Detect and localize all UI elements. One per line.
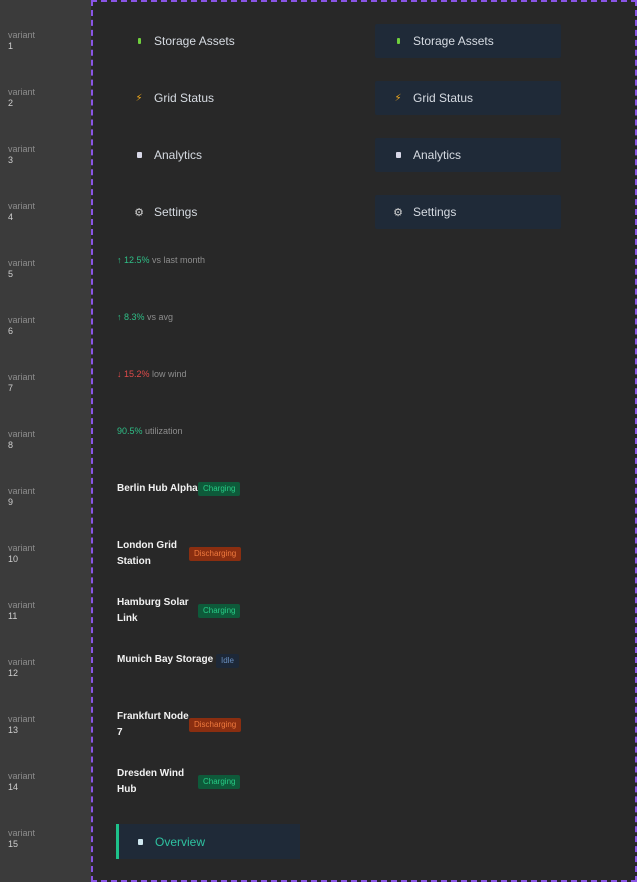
variant-label: variant 9 <box>8 486 36 507</box>
nav-label: Settings <box>413 205 457 219</box>
battery-icon <box>392 35 404 47</box>
variant-label: variant 15 <box>8 828 36 849</box>
nav-item-grid-status-active[interactable]: ⚡ Grid Status <box>375 81 561 115</box>
trend-indicator: ↑ 8.3% vs avg <box>117 312 173 322</box>
variant-sidebar: variant 1 variant 2 variant 3 variant 4 vari… <box>0 0 91 882</box>
status-badge: Discharging <box>189 547 242 561</box>
document-icon <box>134 836 146 848</box>
trend-value: ↑ 8.3% <box>117 312 145 322</box>
trend-note: vs last month <box>152 255 206 265</box>
document-icon <box>392 149 404 161</box>
nav-label: Storage Assets <box>154 34 235 48</box>
nav-label: Settings <box>154 205 198 219</box>
nav-item-storage-assets[interactable]: Storage Assets <box>133 24 353 58</box>
trend-note: utilization <box>145 426 183 436</box>
variant-label: variant 2 <box>8 87 36 108</box>
nav-label: Analytics <box>413 148 462 162</box>
variant-label: variant 10 <box>8 543 36 564</box>
site-name: Munich Bay Storage <box>117 654 214 665</box>
nav-item-analytics-active[interactable]: Analytics <box>375 138 561 172</box>
variant-label: variant 11 <box>8 600 36 621</box>
variant-label: variant 14 <box>8 771 36 792</box>
component-canvas: Storage Assets ⚡ Grid Status Analytics ⚙… <box>91 0 637 882</box>
trend-indicator: 90.5% utilization <box>117 426 183 436</box>
nav-item-analytics[interactable]: Analytics <box>133 138 353 172</box>
site-name: Frankfurt Node 7 <box>117 711 189 738</box>
nav-label: Grid Status <box>413 91 474 105</box>
trend-indicator: ↑ 12.5% vs last month <box>117 255 205 265</box>
nav-label: Storage Assets <box>413 34 494 48</box>
variant-label: variant 1 <box>8 30 36 51</box>
site-name: Dresden Wind Hub <box>117 768 185 795</box>
nav-label: Grid Status <box>154 91 215 105</box>
site-name: Hamburg Solar Link <box>117 597 189 624</box>
lightning-icon: ⚡ <box>135 92 143 104</box>
trend-value: ↑ 12.5% <box>117 255 150 265</box>
trend-value: 90.5% <box>117 426 143 436</box>
document-icon <box>133 149 145 161</box>
battery-icon <box>133 35 145 47</box>
variant-label: variant 4 <box>8 201 36 222</box>
variant-label: variant 3 <box>8 144 36 165</box>
nav-item-settings-active[interactable]: ⚙ Settings <box>375 195 561 229</box>
lightning-icon: ⚡ <box>394 92 402 104</box>
variant-label: variant 13 <box>8 714 36 735</box>
nav-item-settings[interactable]: ⚙ Settings <box>133 195 353 229</box>
status-badge: Charging <box>198 482 241 496</box>
variant-label: variant 5 <box>8 258 36 279</box>
nav-item-overview[interactable]: Overview <box>116 824 300 859</box>
trend-note: low wind <box>152 369 187 379</box>
status-badge: Charging <box>198 775 241 789</box>
variant-label: variant 12 <box>8 657 36 678</box>
trend-value: ↓ 15.2% <box>117 369 150 379</box>
variant-label: variant 8 <box>8 429 36 450</box>
variant-label: variant 6 <box>8 315 36 336</box>
gear-icon: ⚙ <box>134 206 144 219</box>
trend-indicator: ↓ 15.2% low wind <box>117 369 187 379</box>
nav-item-grid-status[interactable]: ⚡ Grid Status <box>133 81 353 115</box>
nav-item-storage-assets-active[interactable]: Storage Assets <box>375 24 561 58</box>
status-badge: Idle <box>216 654 239 668</box>
status-badge: Discharging <box>189 718 242 732</box>
gear-icon: ⚙ <box>393 206 403 219</box>
nav-label: Analytics <box>154 148 203 162</box>
status-badge: Charging <box>198 604 241 618</box>
variant-label: variant 7 <box>8 372 36 393</box>
nav-label: Overview <box>155 834 206 849</box>
trend-note: vs avg <box>147 312 174 322</box>
